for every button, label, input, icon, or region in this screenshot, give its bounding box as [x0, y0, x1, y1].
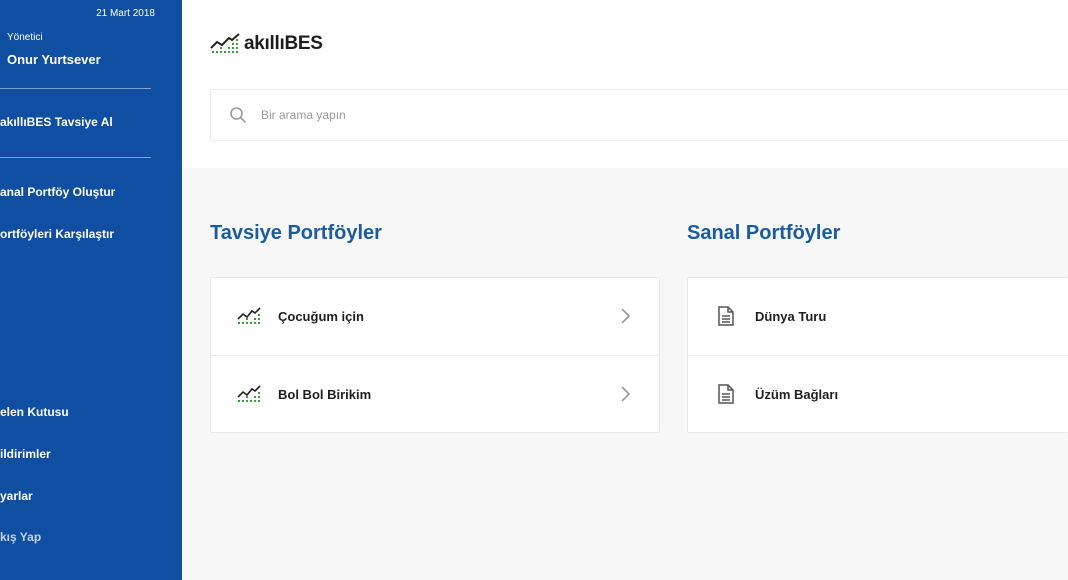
sidebar-item-tavsiye-al[interactable]: akıllıBES Tavsiye Al: [0, 115, 113, 129]
list-item[interactable]: Bol Bol Birikim: [211, 355, 659, 432]
chevron-right-icon: [621, 386, 631, 402]
logo-text: akıllıBES: [244, 33, 323, 55]
recommended-portfolios-list: Çocuğum için Bol Bol Birikim: [210, 277, 660, 433]
document-icon: [718, 384, 734, 404]
growth-chart-icon: [210, 33, 240, 53]
logo-text-prefix: akıllı: [244, 33, 285, 54]
sidebar-item-bildirimler[interactable]: ildirimler: [0, 447, 51, 461]
growth-chart-icon: [237, 307, 261, 324]
sidebar: 21 Mart 2018 Yönetici Onur Yurtsever akı…: [0, 0, 182, 580]
user-role: Yönetici: [7, 32, 43, 43]
main-content: akıllıBES Tavsiye Portföyler Çocuğum içi…: [182, 0, 1068, 580]
search-input[interactable]: [261, 108, 961, 122]
sidebar-divider: [0, 88, 151, 89]
list-item[interactable]: Dünya Turu: [688, 278, 1068, 355]
sidebar-divider: [0, 157, 151, 158]
header: akıllıBES: [182, 0, 1068, 168]
recommended-portfolios-title: Tavsiye Portföyler: [210, 222, 382, 244]
sidebar-item-portfoyleri-karsilastir[interactable]: ortföyleri Karşılaştır: [0, 227, 114, 241]
sidebar-item-gelen-kutusu[interactable]: elen Kutusu: [0, 405, 69, 419]
user-name: Onur Yurtsever: [7, 52, 101, 67]
sidebar-item-ayarlar[interactable]: yarlar: [0, 489, 33, 503]
portfolio-name: Çocuğum için: [278, 309, 364, 324]
current-date: 21 Mart 2018: [96, 8, 155, 19]
search-icon[interactable]: [229, 106, 247, 124]
growth-chart-icon: [237, 385, 261, 402]
portfolio-name: Bol Bol Birikim: [278, 386, 372, 402]
sidebar-item-cikis-yap[interactable]: kış Yap: [0, 530, 41, 544]
logo-text-suffix: BES: [284, 33, 323, 54]
sidebar-item-sanal-portfoy-olustur[interactable]: anal Portföy Oluştur: [0, 185, 115, 199]
portfolio-name: Dünya Turu: [755, 309, 827, 324]
list-item[interactable]: Çocuğum için: [211, 278, 659, 355]
portfolio-name: Üzüm Bağları: [755, 386, 839, 402]
virtual-portfolios-title: Sanal Portföyler: [687, 222, 841, 244]
brand-logo[interactable]: akıllıBES: [210, 33, 323, 55]
document-icon: [718, 306, 734, 326]
search-bar: [210, 89, 1068, 141]
chevron-right-icon: [621, 308, 631, 324]
list-item[interactable]: Üzüm Bağları: [688, 355, 1068, 432]
virtual-portfolios-list: Dünya Turu Üzüm Bağları: [687, 277, 1068, 433]
